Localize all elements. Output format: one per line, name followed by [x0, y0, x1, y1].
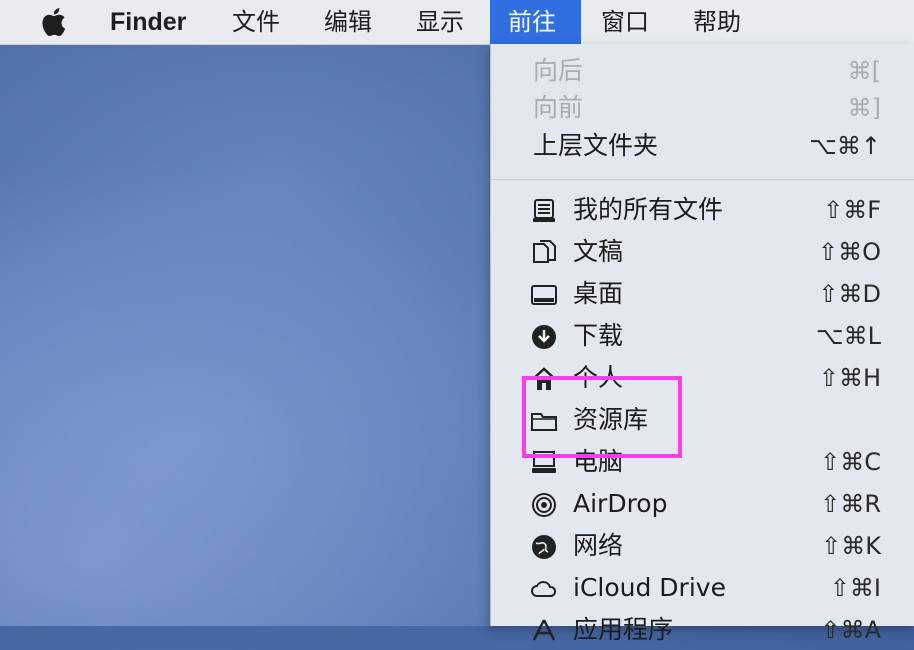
- icloud-icon: [531, 581, 557, 597]
- documents-icon: [533, 240, 556, 263]
- menu-separator: [491, 179, 914, 180]
- menu-item-shortcut: ⇧⌘F: [823, 196, 881, 224]
- menu-go[interactable]: 前往: [490, 0, 581, 44]
- menu-item-label: 向前: [533, 93, 584, 122]
- menu-item-shortcut: ⌥⌘↑: [809, 132, 881, 160]
- menu-item-label: 向后: [533, 56, 584, 85]
- menu-bar: Finder 文件 编辑 显示 前往 窗口 帮助: [0, 0, 914, 45]
- menu-finder[interactable]: Finder: [92, 0, 204, 44]
- menu-help[interactable]: 帮助: [675, 0, 759, 44]
- all-files-icon: [533, 199, 555, 222]
- applications-icon: [532, 619, 556, 641]
- menu-item-shortcut: ⇧⌘C: [820, 448, 881, 476]
- menu-item-shortcut: ⇧⌘O: [818, 238, 881, 266]
- menu-item-all-my-files[interactable]: 我的所有文件 ⇧⌘F: [491, 190, 914, 230]
- menu-item-shortcut: ⇧⌘H: [818, 364, 881, 392]
- menu-item-shortcut: ⇧⌘I: [829, 574, 881, 602]
- menu-item-airdrop[interactable]: AirDrop ⇧⌘R: [491, 484, 914, 524]
- menu-item-label: 网络: [573, 531, 624, 560]
- menu-item-label: 桌面: [573, 279, 624, 308]
- airdrop-icon: [532, 493, 556, 517]
- menu-item-shortcut: ⌘[: [847, 57, 881, 85]
- menu-item-label: AirDrop: [573, 489, 668, 518]
- menu-item-downloads[interactable]: 下载 ⌥⌘L: [491, 316, 914, 356]
- desktop-icon: [531, 285, 557, 305]
- menu-edit[interactable]: 编辑: [306, 0, 390, 44]
- menu-item-label: 文稿: [573, 237, 624, 266]
- network-icon: [532, 535, 556, 559]
- menu-item-shortcut: ⇧⌘A: [820, 616, 881, 644]
- menu-item-label: 我的所有文件: [573, 195, 724, 224]
- menu-window[interactable]: 窗口: [583, 0, 667, 44]
- menu-item-shortcut: ⌥⌘L: [815, 322, 881, 350]
- menu-item-icloud-drive[interactable]: iCloud Drive ⇧⌘I: [491, 568, 914, 608]
- go-menu-dropdown: 向后 ⌘[ 向前 ⌘] 上层文件夹 ⌥⌘↑ 我的所有文件 ⇧⌘F 文稿 ⇧⌘O: [490, 44, 914, 644]
- menu-item-forward[interactable]: 向前 ⌘]: [491, 88, 914, 128]
- menu-item-shortcut: ⇧⌘K: [821, 532, 881, 560]
- menu-item-network[interactable]: 网络 ⇧⌘K: [491, 526, 914, 566]
- apple-logo-icon[interactable]: [38, 6, 72, 38]
- menu-item-desktop[interactable]: 桌面 ⇧⌘D: [491, 274, 914, 314]
- menu-item-label: 上层文件夹: [533, 131, 659, 160]
- menu-item-back[interactable]: 向后 ⌘[: [491, 51, 914, 91]
- menu-item-applications[interactable]: 应用程序 ⇧⌘A: [491, 610, 914, 650]
- menu-item-documents[interactable]: 文稿 ⇧⌘O: [491, 232, 914, 272]
- menu-item-shortcut: ⇧⌘D: [818, 280, 881, 308]
- annotation-highlight-box: [522, 376, 682, 458]
- menu-item-label: iCloud Drive: [573, 573, 726, 602]
- menu-item-shortcut: ⇧⌘R: [820, 490, 881, 518]
- menu-item-enclosing-folder[interactable]: 上层文件夹 ⌥⌘↑: [491, 126, 914, 166]
- menu-item-label: 下载: [573, 321, 624, 350]
- menu-file[interactable]: 文件: [214, 0, 298, 44]
- menu-view[interactable]: 显示: [398, 0, 482, 44]
- menu-item-shortcut: ⌘]: [847, 94, 881, 122]
- menu-item-label: 应用程序: [573, 615, 674, 644]
- downloads-icon: [532, 325, 556, 349]
